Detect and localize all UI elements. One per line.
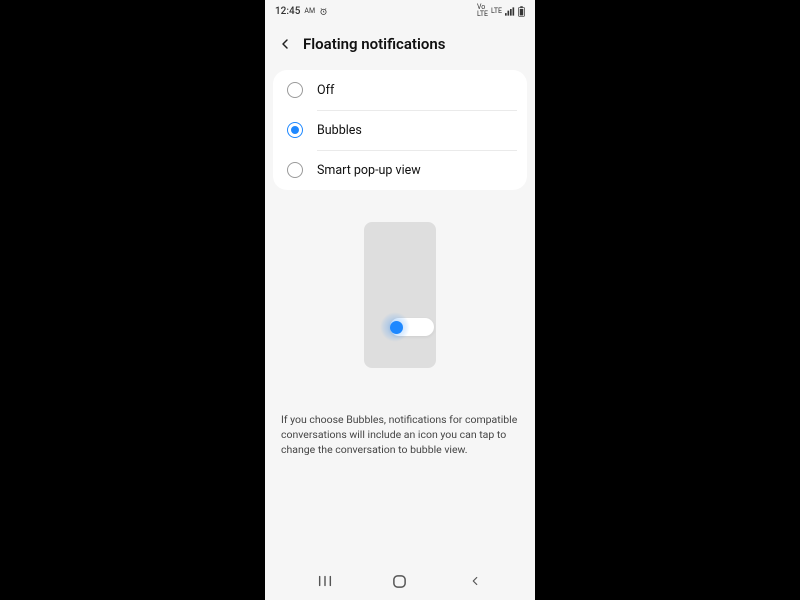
recents-icon	[317, 574, 333, 588]
battery-icon	[518, 6, 525, 17]
chevron-left-icon	[277, 36, 293, 52]
phone-frame: 12:45 AM VoLTE LTE Floating notification…	[265, 0, 535, 600]
page-title: Floating notifications	[303, 35, 445, 53]
alarm-icon	[319, 7, 328, 16]
home-icon	[392, 574, 407, 589]
chevron-left-icon	[468, 574, 482, 588]
status-ampm: AM	[304, 7, 315, 15]
back-button[interactable]	[275, 34, 295, 54]
description-text: If you choose Bubbles, notifications for…	[265, 390, 535, 470]
volte-icon: VoLTE	[477, 4, 488, 18]
option-label: Bubbles	[317, 123, 519, 138]
navigation-bar	[265, 562, 535, 600]
signal-icon	[505, 7, 515, 16]
preview-bubble-icon	[390, 321, 403, 334]
option-label: Smart pop-up view	[317, 163, 519, 178]
home-button[interactable]	[380, 574, 420, 589]
recents-button[interactable]	[305, 574, 345, 588]
radio-icon-selected	[287, 122, 303, 138]
status-time: 12:45	[275, 6, 300, 17]
options-card: Off Bubbles Smart pop-up view	[273, 70, 527, 190]
radio-icon	[287, 82, 303, 98]
option-smart-popup[interactable]: Smart pop-up view	[273, 150, 527, 190]
statusbar-left: 12:45 AM	[275, 6, 328, 17]
nav-back-button[interactable]	[455, 574, 495, 588]
option-label: Off	[317, 83, 519, 98]
option-off[interactable]: Off	[273, 70, 527, 110]
statusbar-right: VoLTE LTE	[477, 4, 525, 18]
statusbar: 12:45 AM VoLTE LTE	[265, 0, 535, 22]
radio-icon	[287, 162, 303, 178]
lte-icon: LTE	[491, 8, 502, 15]
preview-area	[265, 200, 535, 390]
option-bubbles[interactable]: Bubbles	[273, 110, 527, 150]
header: Floating notifications	[265, 22, 535, 70]
preview-phone-icon	[364, 222, 436, 368]
